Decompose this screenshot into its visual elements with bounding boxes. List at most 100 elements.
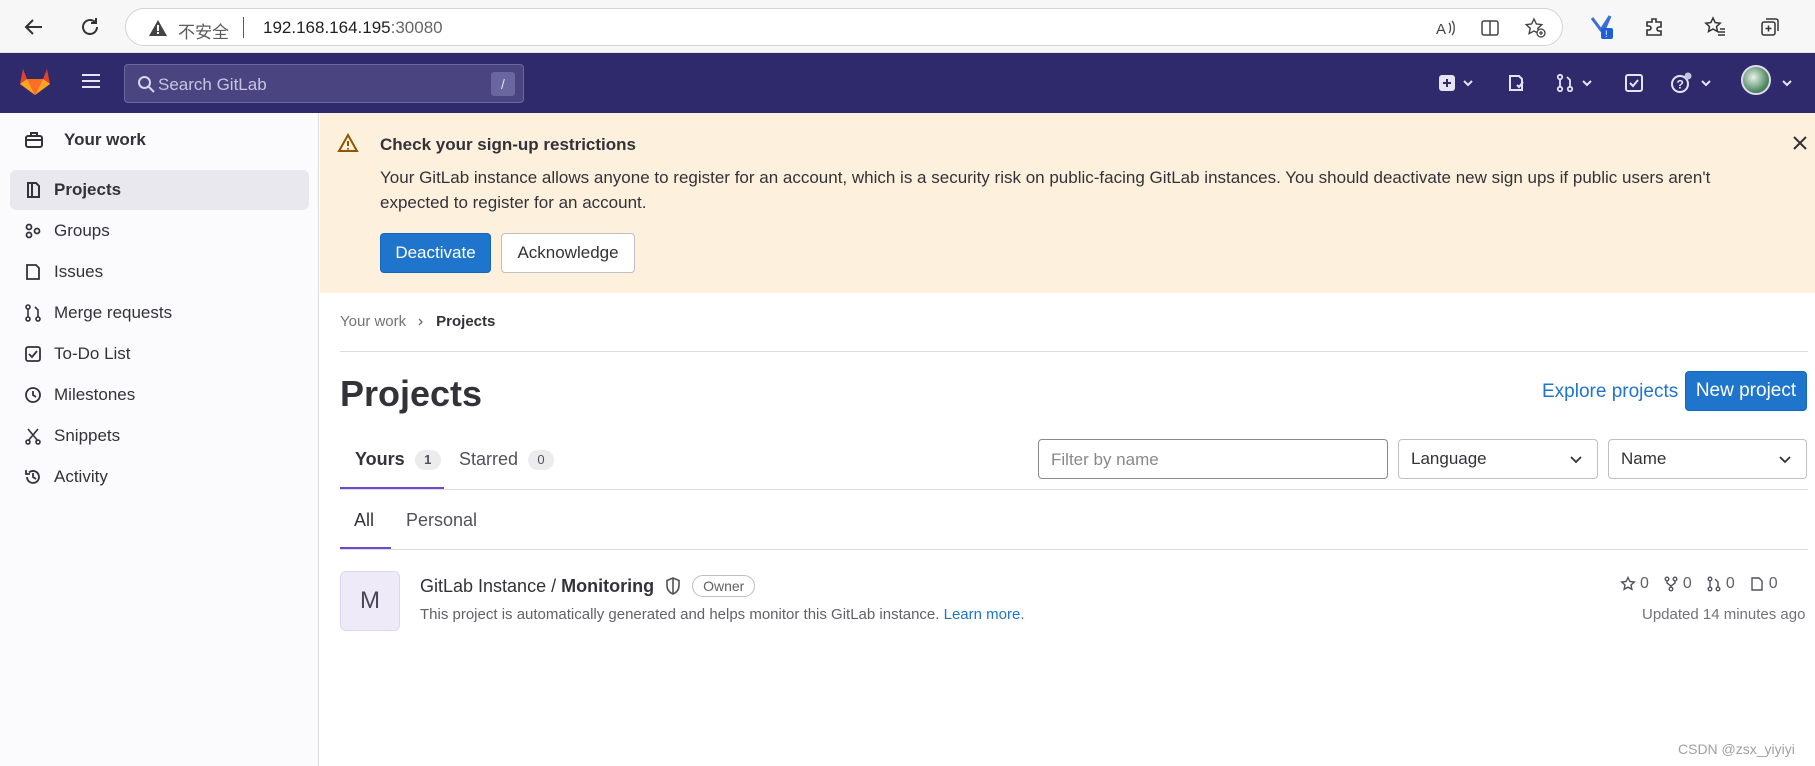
close-icon[interactable]: [1790, 133, 1810, 153]
filter-by-name-input[interactable]: Filter by name: [1038, 439, 1388, 479]
url-port: :30080: [390, 18, 443, 37]
project-avatar[interactable]: M: [340, 571, 400, 631]
chevron-down-icon: [1463, 80, 1473, 87]
sidebar-item-projects[interactable]: Projects: [10, 170, 309, 210]
scissors-icon: [25, 428, 41, 445]
sidebar-item-label: Milestones: [54, 385, 136, 404]
chevron-down-icon: [1570, 456, 1582, 464]
subtab-all[interactable]: All: [354, 510, 374, 531]
project-namespace: GitLab Instance /: [420, 575, 557, 596]
refresh-icon[interactable]: [74, 11, 106, 43]
merge-request-icon: [1707, 576, 1721, 592]
issues-value: 0: [1768, 575, 1778, 592]
extension-badge-icon[interactable]: !: [1586, 11, 1618, 43]
tab-yours[interactable]: Yours 1: [355, 449, 441, 470]
favorites-icon[interactable]: [1699, 11, 1731, 43]
subtab-personal[interactable]: Personal: [406, 510, 477, 531]
help-nav-button[interactable]: ?: [1670, 69, 1712, 97]
fork-icon: [1664, 576, 1678, 592]
sidebar-title[interactable]: Your work: [24, 123, 146, 157]
add-favorite-icon[interactable]: [1524, 17, 1546, 39]
search-shortcut-key: /: [491, 72, 515, 96]
extensions-icon[interactable]: [1639, 11, 1671, 43]
breadcrumb-parent[interactable]: Your work: [340, 313, 406, 330]
role-badge: Owner: [692, 575, 756, 597]
signup-restrictions-alert: Check your sign-up restrictions Your Git…: [320, 113, 1815, 293]
sidebar-item-label: Snippets: [54, 426, 121, 445]
sidebar-item-label: Issues: [54, 262, 104, 281]
sidebar-item-label: To-Do List: [54, 344, 131, 363]
stars-count[interactable]: 0: [1620, 575, 1649, 593]
breadcrumb-divider: [340, 351, 1808, 352]
sidebar-item-todo-list[interactable]: To-Do List: [10, 334, 309, 374]
svg-text:?: ?: [1677, 78, 1684, 92]
chevron-down-icon: [1701, 80, 1711, 87]
read-aloud-icon[interactable]: A: [1434, 17, 1456, 39]
sidebar-item-label: Activity: [54, 467, 108, 486]
gitlab-header: Search GitLab / ?: [0, 53, 1815, 113]
acknowledge-button[interactable]: Acknowledge: [501, 233, 635, 273]
warning-icon: [337, 132, 359, 158]
deactivate-button[interactable]: Deactivate: [380, 233, 491, 273]
sort-select[interactable]: Name: [1608, 439, 1807, 479]
watermark: CSDN @zsx_yiyiyi: [1678, 741, 1795, 757]
sidebar: Your work Projects Groups Issues Merge r…: [0, 113, 319, 766]
back-icon[interactable]: [18, 11, 50, 43]
todo-nav-button[interactable]: [1624, 69, 1644, 97]
group-icon: [25, 223, 41, 239]
plus-square-icon: [1439, 75, 1455, 91]
sidebar-item-merge-requests[interactable]: Merge requests: [10, 293, 309, 333]
menu-icon[interactable]: [79, 69, 103, 93]
issues-icon: [1509, 75, 1524, 91]
search-input[interactable]: Search GitLab /: [124, 64, 524, 103]
sidebar-item-label: Projects: [54, 180, 122, 199]
sidebar-item-snippets[interactable]: Snippets: [10, 416, 309, 456]
chevron-down-icon: [1582, 80, 1592, 87]
url-host: 192.168.164.195: [263, 18, 391, 37]
chevron-down-icon: [1782, 80, 1792, 87]
search-placeholder: Search GitLab: [158, 75, 267, 94]
merge-requests-count[interactable]: 0: [1706, 575, 1735, 593]
user-avatar[interactable]: [1741, 65, 1771, 95]
split-screen-icon[interactable]: [1479, 17, 1501, 39]
collections-icon[interactable]: [1754, 11, 1786, 43]
subtabs-divider: [340, 549, 1808, 550]
gitlab-logo-icon[interactable]: [18, 65, 52, 102]
chevron-right-icon: [418, 318, 424, 325]
issues-icon: [26, 264, 40, 280]
address-bar[interactable]: 不安全 192.168.164.195:30080 A: [125, 8, 1563, 46]
issues-nav-button[interactable]: [1506, 69, 1526, 97]
project-title[interactable]: GitLab Instance / Monitoring Owner: [420, 575, 756, 597]
project-updated: Updated 14 minutes ago: [1642, 606, 1806, 623]
language-select[interactable]: Language: [1398, 439, 1598, 479]
sidebar-item-label: Groups: [54, 221, 110, 240]
new-project-button[interactable]: New project: [1685, 371, 1807, 411]
language-select-label: Language: [1411, 449, 1487, 468]
learn-more-link[interactable]: Learn more.: [944, 606, 1025, 623]
user-menu-chevron[interactable]: [1781, 69, 1793, 97]
url-text[interactable]: 192.168.164.195:30080: [263, 18, 443, 38]
subtab-label: All: [354, 510, 375, 530]
sidebar-item-milestones[interactable]: Milestones: [10, 375, 309, 415]
sidebar-title-label: Your work: [64, 130, 146, 149]
todo-icon: [1625, 74, 1643, 92]
address-divider: [243, 17, 244, 38]
svg-text:!: !: [1605, 29, 1608, 39]
sidebar-item-groups[interactable]: Groups: [10, 211, 309, 251]
merge-request-icon: [25, 304, 41, 322]
create-new-button[interactable]: [1438, 69, 1474, 97]
warning-icon: [148, 19, 168, 42]
sidebar-item-issues[interactable]: Issues: [10, 252, 309, 292]
merge-requests-nav-button[interactable]: [1555, 69, 1593, 97]
search-icon: [137, 75, 155, 98]
tab-starred[interactable]: Starred 0: [459, 449, 555, 470]
todo-icon: [25, 346, 41, 362]
sidebar-item-activity[interactable]: Activity: [10, 457, 309, 497]
explore-projects-link[interactable]: Explore projects: [1542, 381, 1678, 403]
breadcrumb-current[interactable]: Projects: [436, 313, 495, 330]
issues-count[interactable]: 0: [1749, 575, 1778, 593]
stars-value: 0: [1640, 575, 1649, 592]
tab-count-badge: 1: [414, 449, 441, 470]
forks-count[interactable]: 0: [1663, 575, 1692, 593]
forks-value: 0: [1682, 575, 1692, 592]
